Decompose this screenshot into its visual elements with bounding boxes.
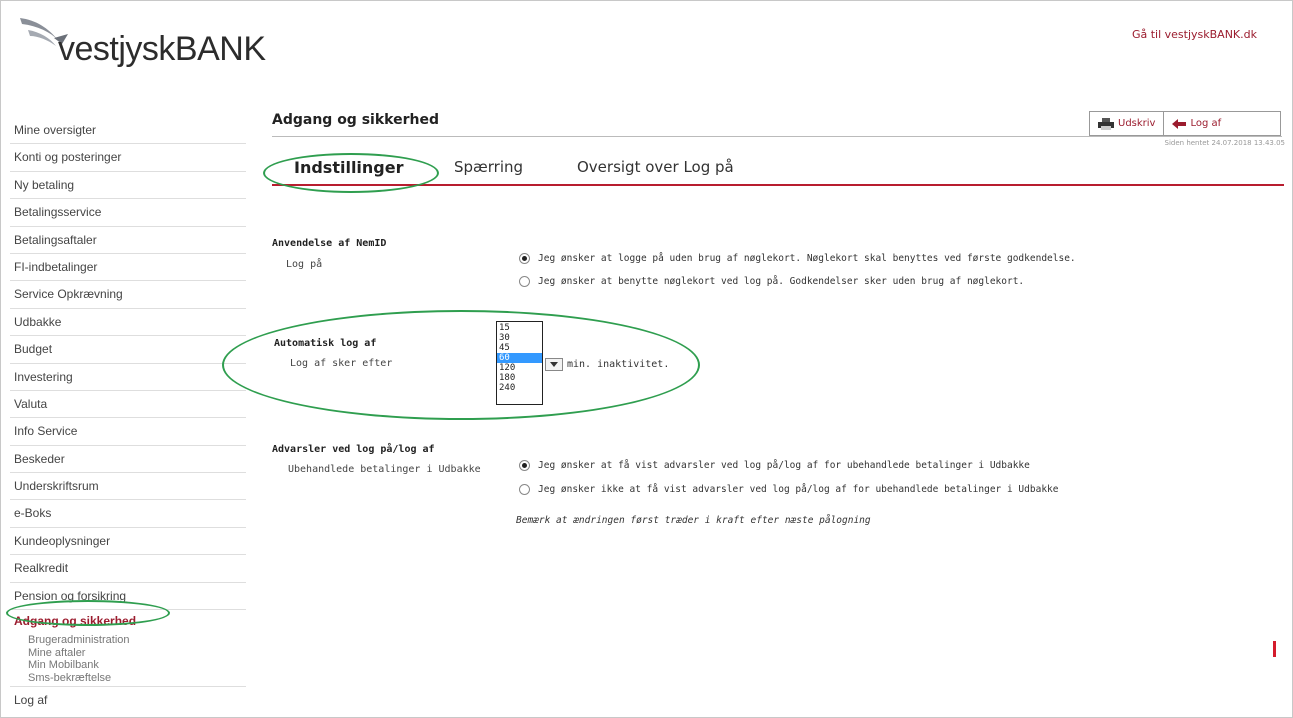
nemid-option-label: Jeg ønsker at logge på uden brug af nøgl…	[538, 253, 1076, 264]
page-loaded-timestamp: Siden hentet 24.07.2018 13.43.05	[1164, 139, 1285, 147]
nemid-option-keycard[interactable]: Jeg ønsker at benytte nøglekort ved log …	[519, 276, 1024, 287]
nemid-field-label: Log på	[286, 259, 323, 270]
timeout-option[interactable]: 240	[497, 383, 542, 393]
timeout-listbox[interactable]: 15 30 45 60 120 180 240	[496, 321, 543, 405]
logout-button[interactable]: Log af	[1163, 112, 1229, 135]
subnav-item-sms-bekraeftelse[interactable]: Sms-bekræftelse	[28, 672, 246, 685]
tab-oversigt-log-paa[interactable]: Oversigt over Log på	[577, 158, 734, 176]
tab-bar: Indstillinger Spærring Oversigt over Log…	[272, 154, 1284, 186]
radio-unchecked[interactable]	[519, 484, 530, 495]
sidebar-nav: Mine oversigter Konti og posteringer Ny …	[10, 117, 246, 715]
nemid-section-title: Anvendelse af NemID	[272, 238, 387, 249]
warnings-section-title: Advarsler ved log på/log af	[272, 444, 435, 455]
sidebar-item-budget[interactable]: Budget	[10, 336, 246, 364]
toolbar: Udskriv Log af	[1089, 111, 1281, 136]
radio-checked[interactable]	[519, 253, 530, 264]
logout-arrow-icon	[1172, 118, 1187, 129]
sidebar-item-investering[interactable]: Investering	[10, 363, 246, 391]
nemid-option-no-keycard[interactable]: Jeg ønsker at logge på uden brug af nøgl…	[519, 253, 1076, 264]
radio-unchecked[interactable]	[519, 276, 530, 287]
vestjyskbank-logo[interactable]: vestjyskBANK	[18, 14, 278, 74]
sidebar-subnav: Brugeradministration Mine aftaler Min Mo…	[10, 634, 246, 688]
tab-indstillinger[interactable]: Indstillinger	[294, 158, 404, 177]
sidebar-item-udbakke[interactable]: Udbakke	[10, 308, 246, 337]
sidebar-item-log-af[interactable]: Log af	[10, 687, 246, 715]
timeout-option[interactable]: 15	[497, 323, 542, 333]
sidebar-item-e-boks[interactable]: e-Boks	[10, 500, 246, 528]
subnav-item-brugeradministration[interactable]: Brugeradministration	[28, 634, 246, 647]
timeout-option[interactable]: 45	[497, 343, 542, 353]
timeout-option[interactable]: 30	[497, 333, 542, 343]
tab-spaerring[interactable]: Spærring	[454, 158, 523, 176]
sidebar-item-beskeder[interactable]: Beskeder	[10, 445, 246, 474]
sidebar-item-underskriftsrum[interactable]: Underskriftsrum	[10, 473, 246, 501]
sidebar-item-realkredit[interactable]: Realkredit	[10, 555, 246, 583]
change-notice: Bemærk at ændringen først træder i kraft…	[516, 515, 871, 526]
logout-label: Log af	[1190, 118, 1222, 129]
sidebar-item-valuta[interactable]: Valuta	[10, 390, 246, 419]
nemid-option-label: Jeg ønsker at benytte nøglekort ved log …	[538, 276, 1025, 287]
timeout-option-selected[interactable]: 60	[497, 353, 542, 363]
inactivity-unit-label: min. inaktivitet.	[567, 359, 670, 370]
sidebar-item-konti[interactable]: Konti og posteringer	[10, 144, 246, 172]
autologout-field-label: Log af sker efter	[290, 358, 393, 369]
sidebar-item-service-opkraevning[interactable]: Service Opkrævning	[10, 281, 246, 309]
sidebar-item-fi-indbetalinger[interactable]: FI-indbetalinger	[10, 253, 246, 282]
autologout-section-title: Automatisk log af	[274, 338, 377, 349]
warnings-option-label: Jeg ønsker ikke at få vist advarsler ved…	[538, 484, 1059, 495]
sidebar-item-betalingsservice[interactable]: Betalingsservice	[10, 199, 246, 227]
print-label: Udskriv	[1118, 118, 1156, 129]
sidebar-item-mine-oversigter[interactable]: Mine oversigter	[10, 117, 246, 145]
sidebar-item-adgang-og-sikkerhed[interactable]: Adgang og sikkerhed	[10, 610, 246, 635]
dropdown-arrow-icon[interactable]	[545, 358, 563, 371]
goto-website-link[interactable]: Gå til vestjyskBANK.dk	[1132, 28, 1257, 41]
sidebar-item-info-service[interactable]: Info Service	[10, 418, 246, 446]
page-title: Adgang og sikkerhed	[272, 112, 439, 128]
warnings-option-label: Jeg ønsker at få vist advarsler ved log …	[538, 460, 1030, 471]
radio-checked[interactable]	[519, 460, 530, 471]
printer-icon	[1098, 117, 1114, 130]
sidebar-item-kundeoplysninger[interactable]: Kundeoplysninger	[10, 527, 246, 556]
print-button[interactable]: Udskriv	[1090, 112, 1163, 135]
warnings-option-hide[interactable]: Jeg ønsker ikke at få vist advarsler ved…	[519, 484, 1058, 495]
warnings-option-show[interactable]: Jeg ønsker at få vist advarsler ved log …	[519, 460, 1030, 471]
warnings-field-label: Ubehandlede betalinger i Udbakke	[288, 464, 481, 475]
subnav-item-mine-aftaler[interactable]: Mine aftaler	[28, 647, 246, 660]
title-divider	[272, 136, 1282, 137]
timeout-option[interactable]: 120	[497, 363, 542, 373]
sidebar-item-betalingsaftaler[interactable]: Betalingsaftaler	[10, 226, 246, 254]
red-marker	[1273, 641, 1276, 657]
logo-text: vestjyskBANK	[58, 30, 266, 68]
sidebar-item-ny-betaling[interactable]: Ny betaling	[10, 171, 246, 200]
subnav-item-min-mobilbank[interactable]: Min Mobilbank	[28, 659, 246, 672]
sidebar-item-pension[interactable]: Pension og forsikring	[10, 582, 246, 611]
timeout-option[interactable]: 180	[497, 373, 542, 383]
